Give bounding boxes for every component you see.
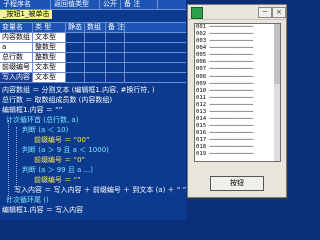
subroutine-name-header: 子程序名: [0, 0, 51, 9]
app-icon: [191, 7, 203, 19]
code-line[interactable]: 内容数组 ＝ 分割文本 (编辑框1.内容, #换行符, ): [0, 85, 186, 95]
code-line[interactable]: 计次循环首 (总行数, a): [0, 115, 186, 125]
list-item[interactable]: 016 ─────────────: [195, 130, 275, 137]
var-name-cell[interactable]: a: [0, 43, 33, 52]
var-static-header: 静态: [66, 23, 85, 32]
var-array-cell[interactable]: [85, 63, 106, 72]
public-header: 公开: [100, 0, 121, 9]
var-note-cell[interactable]: [106, 73, 125, 82]
code-line[interactable]: 判断 (a ＞ 99 且 a ...): [0, 165, 186, 175]
list-item[interactable]: 014 ─────────────: [195, 116, 275, 123]
code-line[interactable]: 前缀编号 ＝ “0”: [0, 155, 186, 165]
code-line[interactable]: 编辑框1.内容 ＝ 写入内容: [0, 205, 186, 215]
variable-table-header: 变量名 类 型 静态 数组 备 注: [0, 22, 186, 33]
code-area[interactable]: 内容数组 ＝ 分割文本 (编辑框1.内容, #换行符, ) 总行数 ＝ 取数组成员…: [0, 85, 276, 215]
variable-row[interactable]: 写入内容 文本型: [0, 73, 186, 83]
list-item[interactable]: 019 ─────────────: [195, 151, 275, 158]
var-type-cell[interactable]: 文本型: [33, 63, 66, 72]
var-type-cell[interactable]: 文本型: [33, 73, 66, 82]
code-line[interactable]: 前缀编号 ＝ “”: [0, 175, 186, 185]
var-static-cell[interactable]: [66, 63, 85, 72]
list-item[interactable]: 006 ─────────────: [195, 59, 275, 66]
subroutine-row[interactable]: _按钮1_被单击: [0, 10, 186, 19]
list-item[interactable]: 011 ─────────────: [195, 95, 275, 102]
close-button[interactable]: ×: [272, 7, 286, 18]
listbox-scrollbar[interactable]: [274, 23, 281, 162]
code-line[interactable]: 判断 (a ＞ 9 且 a ＜ 1000): [0, 145, 186, 155]
variable-row[interactable]: a 整数型: [0, 43, 186, 53]
list-item[interactable]: 009 ─────────────: [195, 81, 275, 88]
variable-row[interactable]: 前缀编号 文本型: [0, 63, 186, 73]
window-titlebar[interactable]: ─ ×: [188, 5, 286, 20]
list-item[interactable]: 010 ─────────────: [195, 88, 275, 95]
note-header: 备 注: [121, 0, 158, 9]
variable-row[interactable]: 总行数 整数型: [0, 53, 186, 63]
list-item[interactable]: 005 ─────────────: [195, 52, 275, 59]
code-editor-panel[interactable]: 子程序名 返回值类型 公开 备 注 _按钮1_被单击 变量名 类 型 静态 数组…: [0, 0, 276, 220]
var-name-header: 变量名: [0, 23, 33, 32]
list-item[interactable]: 001 ─────────────: [195, 24, 275, 31]
list-item[interactable]: 012 ─────────────: [195, 102, 275, 109]
loop-guide-line: [8, 120, 9, 200]
program-window[interactable]: ─ × 001 ───────────── 002 ───────────── 00…: [187, 4, 287, 198]
code-line[interactable]: 判断 (a ＜ 10): [0, 125, 186, 135]
var-name-cell[interactable]: 内容数组: [0, 33, 33, 42]
var-name-cell[interactable]: 写入内容: [0, 73, 33, 82]
branch-guide-line: [16, 127, 17, 187]
var-static-cell[interactable]: [66, 43, 85, 52]
variable-row[interactable]: 内容数组 文本型: [0, 33, 186, 43]
var-static-cell[interactable]: [66, 53, 85, 62]
list-item[interactable]: 018 ─────────────: [195, 144, 275, 151]
var-name-cell[interactable]: 前缀编号: [0, 63, 33, 72]
var-array-cell[interactable]: [85, 73, 106, 82]
list-item[interactable]: 002 ─────────────: [195, 31, 275, 38]
var-note-header: 备 注: [108, 23, 125, 32]
var-type-cell[interactable]: 文本型: [33, 33, 66, 42]
list-item[interactable]: 008 ─────────────: [195, 74, 275, 81]
var-name-cell[interactable]: 总行数: [0, 53, 33, 62]
var-array-header: 数组: [85, 23, 106, 32]
var-type-cell[interactable]: 整数型: [33, 43, 66, 52]
var-static-cell[interactable]: [66, 73, 85, 82]
code-line[interactable]: 前缀编号 ＝ “00”: [0, 135, 186, 145]
var-array-cell[interactable]: [85, 33, 106, 42]
code-line[interactable]: 编辑框1.内容 ＝ “”: [0, 105, 186, 115]
var-note-cell[interactable]: [106, 33, 125, 42]
var-static-cell[interactable]: [66, 33, 85, 42]
var-note-cell[interactable]: [106, 53, 125, 62]
list-item[interactable]: 013 ─────────────: [195, 109, 275, 116]
run-button[interactable]: 按钮: [210, 176, 264, 191]
subroutine-header: 子程序名 返回值类型 公开 备 注: [0, 0, 186, 10]
return-type-header: 返回值类型: [51, 0, 100, 9]
var-array-cell[interactable]: [85, 53, 106, 62]
code-line[interactable]: 计次循环尾 (): [0, 195, 186, 205]
event-name[interactable]: _按钮1_被单击: [0, 10, 53, 19]
var-array-cell[interactable]: [85, 43, 106, 52]
list-item[interactable]: 015 ─────────────: [195, 123, 275, 130]
var-note-cell[interactable]: [106, 63, 125, 72]
variable-table[interactable]: 内容数组 文本型 a 整数型 总行数 整数型 前缀编号 文本型 写入内容 文本型: [0, 33, 186, 83]
minimize-button[interactable]: ─: [258, 7, 272, 18]
list-item[interactable]: 003 ─────────────: [195, 38, 275, 45]
var-type-cell[interactable]: 整数型: [33, 53, 66, 62]
list-item[interactable]: 017 ─────────────: [195, 137, 275, 144]
scrollbar-thumb[interactable]: [274, 24, 280, 84]
list-item[interactable]: 007 ─────────────: [195, 66, 275, 73]
output-listbox[interactable]: 001 ───────────── 002 ───────────── 003 ──…: [194, 23, 276, 162]
list-item[interactable]: 004 ─────────────: [195, 45, 275, 52]
var-note-cell[interactable]: [106, 43, 125, 52]
code-line[interactable]: 写入内容 ＝ 写入内容 ＋ 前缀编号 ＋ 到文本 (a) ＋ “ ” ＋ 内容数…: [0, 185, 276, 195]
code-line[interactable]: 总行数 ＝ 取数组成员数 (内容数组): [0, 95, 186, 105]
var-type-header: 类 型: [33, 23, 66, 32]
